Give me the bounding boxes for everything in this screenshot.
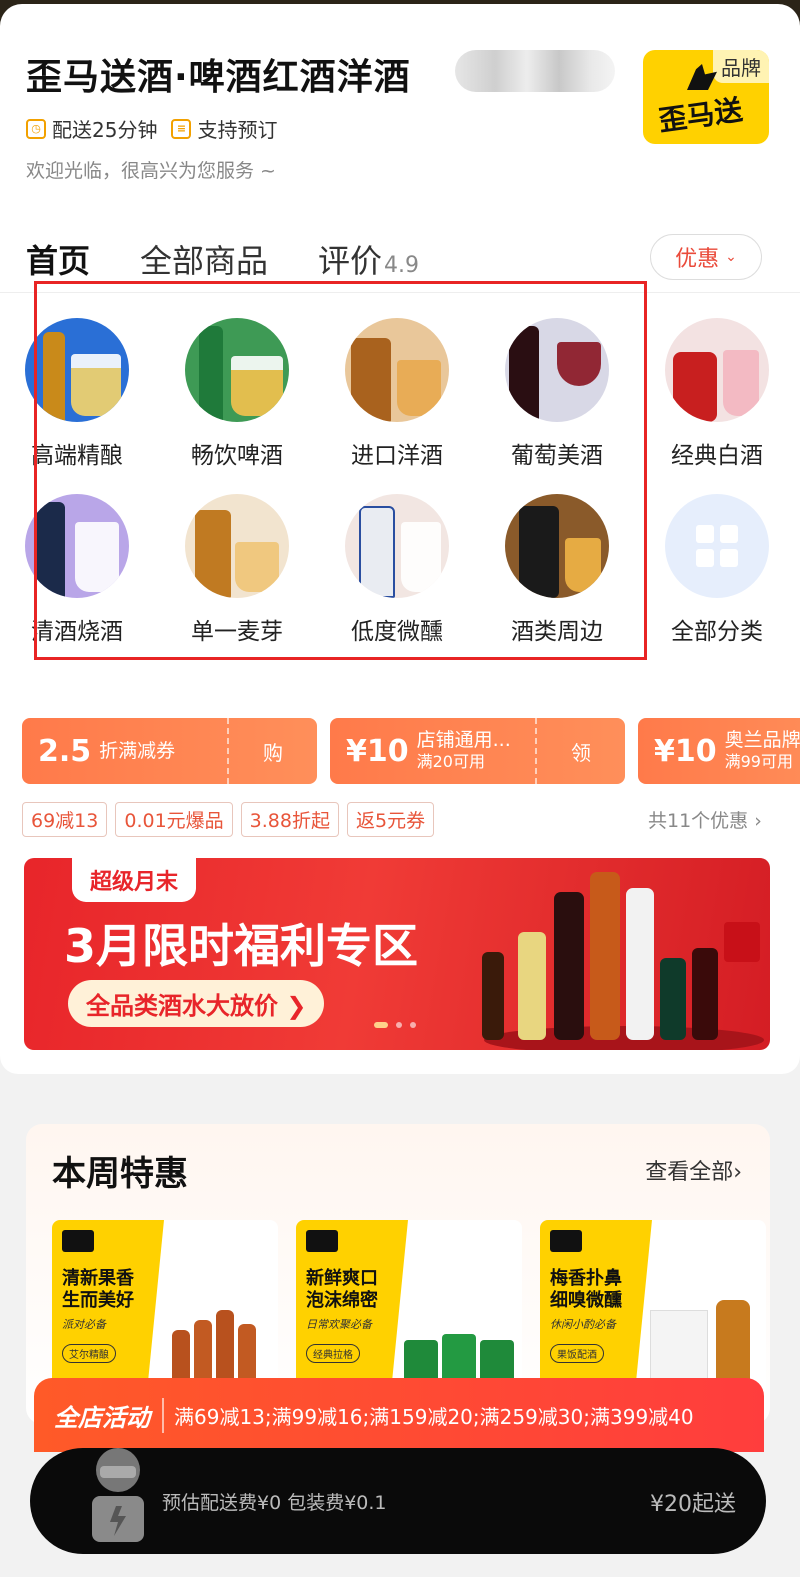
rating-value: 4.9 [384,253,420,278]
coupon-claim-button[interactable]: 领 [535,718,625,784]
category-label: 经典白酒 [671,443,763,469]
deal-line: 梅香扑鼻 [550,1268,622,1289]
store-activity-label: 全店活动 [54,1397,164,1433]
brand-mini-logo [306,1230,338,1252]
highlight-annotation-box [34,281,647,660]
brand-tag: 品牌 [713,50,769,83]
deal-badge: 经典拉格 [306,1344,360,1363]
delivery-info: ◷ 配送25分钟 [26,114,157,143]
blurred-content [455,50,615,92]
deal-line: 新鲜爽口 [306,1268,378,1289]
coupon-desc-main: 店铺通用... [416,729,511,751]
preorder-text: 支持预订 [197,118,278,142]
brand-mini-logo [62,1230,94,1252]
deal-line: 细嗅微醺 [550,1290,622,1311]
chevron-down-icon: ⌄ [725,249,737,265]
banner-subtitle: 全品类酒水大放价 ❯ [68,980,325,1027]
coupon-value: ¥10 [654,733,717,769]
coupon-condition: 满99可用 [724,752,793,771]
banner-tag: 超级月末 [72,858,197,902]
coupon-desc: 折满减券 [99,740,176,762]
category-label: 全部分类 [671,619,763,645]
brand-logo[interactable]: 品牌 歪马送酒 [643,50,769,144]
welcome-text: 欢迎光临，很高兴为您服务 ~ [26,160,276,182]
tab-reviews-label: 评价 [318,242,383,280]
bottles-illustration [482,872,764,1050]
deal-sub: 日常欢聚必备 [306,1318,372,1331]
shop-info-row: ◷ 配送25分钟 ≡ 支持预订 [26,114,277,143]
coupon-buy-button[interactable]: 购 [227,718,317,784]
tab-bar: 首页 全部商品 评价4.9 [19,232,419,282]
all-promos-link[interactable]: 共11个优惠 › [648,806,762,833]
carousel-dot [396,1022,402,1028]
baijiu-icon [665,318,769,422]
coupon-desc-main: 奥兰品牌 [724,729,800,751]
coupon-row: 2.5 折满减券 购 ¥10 店铺通用... 满20可用 领 ¥10 奥兰品牌 … [22,718,800,784]
deal-line: 清新果香 [62,1268,134,1289]
promo-tags: 69减13 0.01元爆品 3.88折起 返5元券 [22,802,435,837]
weekly-title: 本周特惠 [52,1154,188,1194]
promo-tag[interactable]: 3.88折起 [240,802,339,837]
deal-headline: 新鲜爽口 泡沫绵密 [306,1268,378,1312]
deal-line: 泡沫绵密 [306,1290,378,1311]
coupon-card[interactable]: ¥10 奥兰品牌 满99可用 [638,718,800,784]
carousel-dot [374,1022,388,1028]
tab-home[interactable]: 首页 [19,236,90,282]
deal-line: 生而美好 [62,1290,134,1311]
deal-headline: 清新果香 生而美好 [62,1268,134,1312]
calendar-icon: ≡ [171,118,192,139]
coupon-value: ¥10 [346,733,409,769]
promo-tag[interactable]: 0.01元爆品 [115,802,233,837]
brand-mini-logo [550,1230,582,1252]
delivery-text: 配送25分钟 [52,118,158,142]
carousel-dot [410,1022,416,1028]
deal-badge: 果饭配酒 [550,1344,604,1363]
banner-title: 3月限时福利专区 [64,919,419,973]
shop-title: 歪马送酒·啤酒红酒洋酒 [26,57,411,98]
deal-sub: 派对必备 [62,1318,106,1331]
coupon-desc: 奥兰品牌 满99可用 [725,729,800,773]
category-item[interactable]: 经典白酒 [642,318,792,470]
promo-tag[interactable]: 返5元券 [346,802,435,837]
deal-headline: 梅香扑鼻 细嗅微醺 [550,1268,622,1312]
clock-icon: ◷ [26,118,46,139]
category-item[interactable]: 全部分类 [642,494,792,646]
cart-bar[interactable]: 预估配送费¥0 包装费¥0.1 ¥20起送 [30,1448,766,1554]
coupon-card[interactable]: ¥10 店铺通用... 满20可用 领 [330,718,625,784]
promo-label: 优惠 [675,247,720,272]
view-all-link[interactable]: 查看全部› [645,1154,742,1186]
promo-tag[interactable]: 69减13 [22,802,108,837]
tab-reviews[interactable]: 评价4.9 [318,236,419,282]
tab-all-products[interactable]: 全部商品 [140,236,268,282]
promo-banner[interactable]: 超级月末 3月限时福利专区 全品类酒水大放价 ❯ [24,858,770,1050]
delivery-robot-icon [92,1448,144,1542]
delivery-fee-text: 预估配送费¥0 包装费¥0.1 [162,1492,387,1514]
coupon-condition: 满20可用 [416,752,485,771]
brand-logo-text: 歪马送酒 [656,93,745,144]
deal-badge: 艾尔精酿 [62,1344,116,1363]
carousel-dots [374,1022,416,1028]
coupon-value: 2.5 [38,733,92,769]
min-order-text: ¥20起送 [650,1492,736,1517]
store-activity-text: 满69减13;满99减16;满159减20;满259减30;满399减40 [174,1404,694,1429]
coupon-card[interactable]: 2.5 折满减券 购 [22,718,317,784]
coupon-desc: 店铺通用... 满20可用 [417,729,511,773]
deal-sub: 休闲小酌必备 [550,1318,616,1331]
promo-dropdown[interactable]: 优惠 ⌄ [650,234,762,280]
preorder-info: ≡ 支持预订 [171,114,277,143]
grid-icon [665,494,769,598]
